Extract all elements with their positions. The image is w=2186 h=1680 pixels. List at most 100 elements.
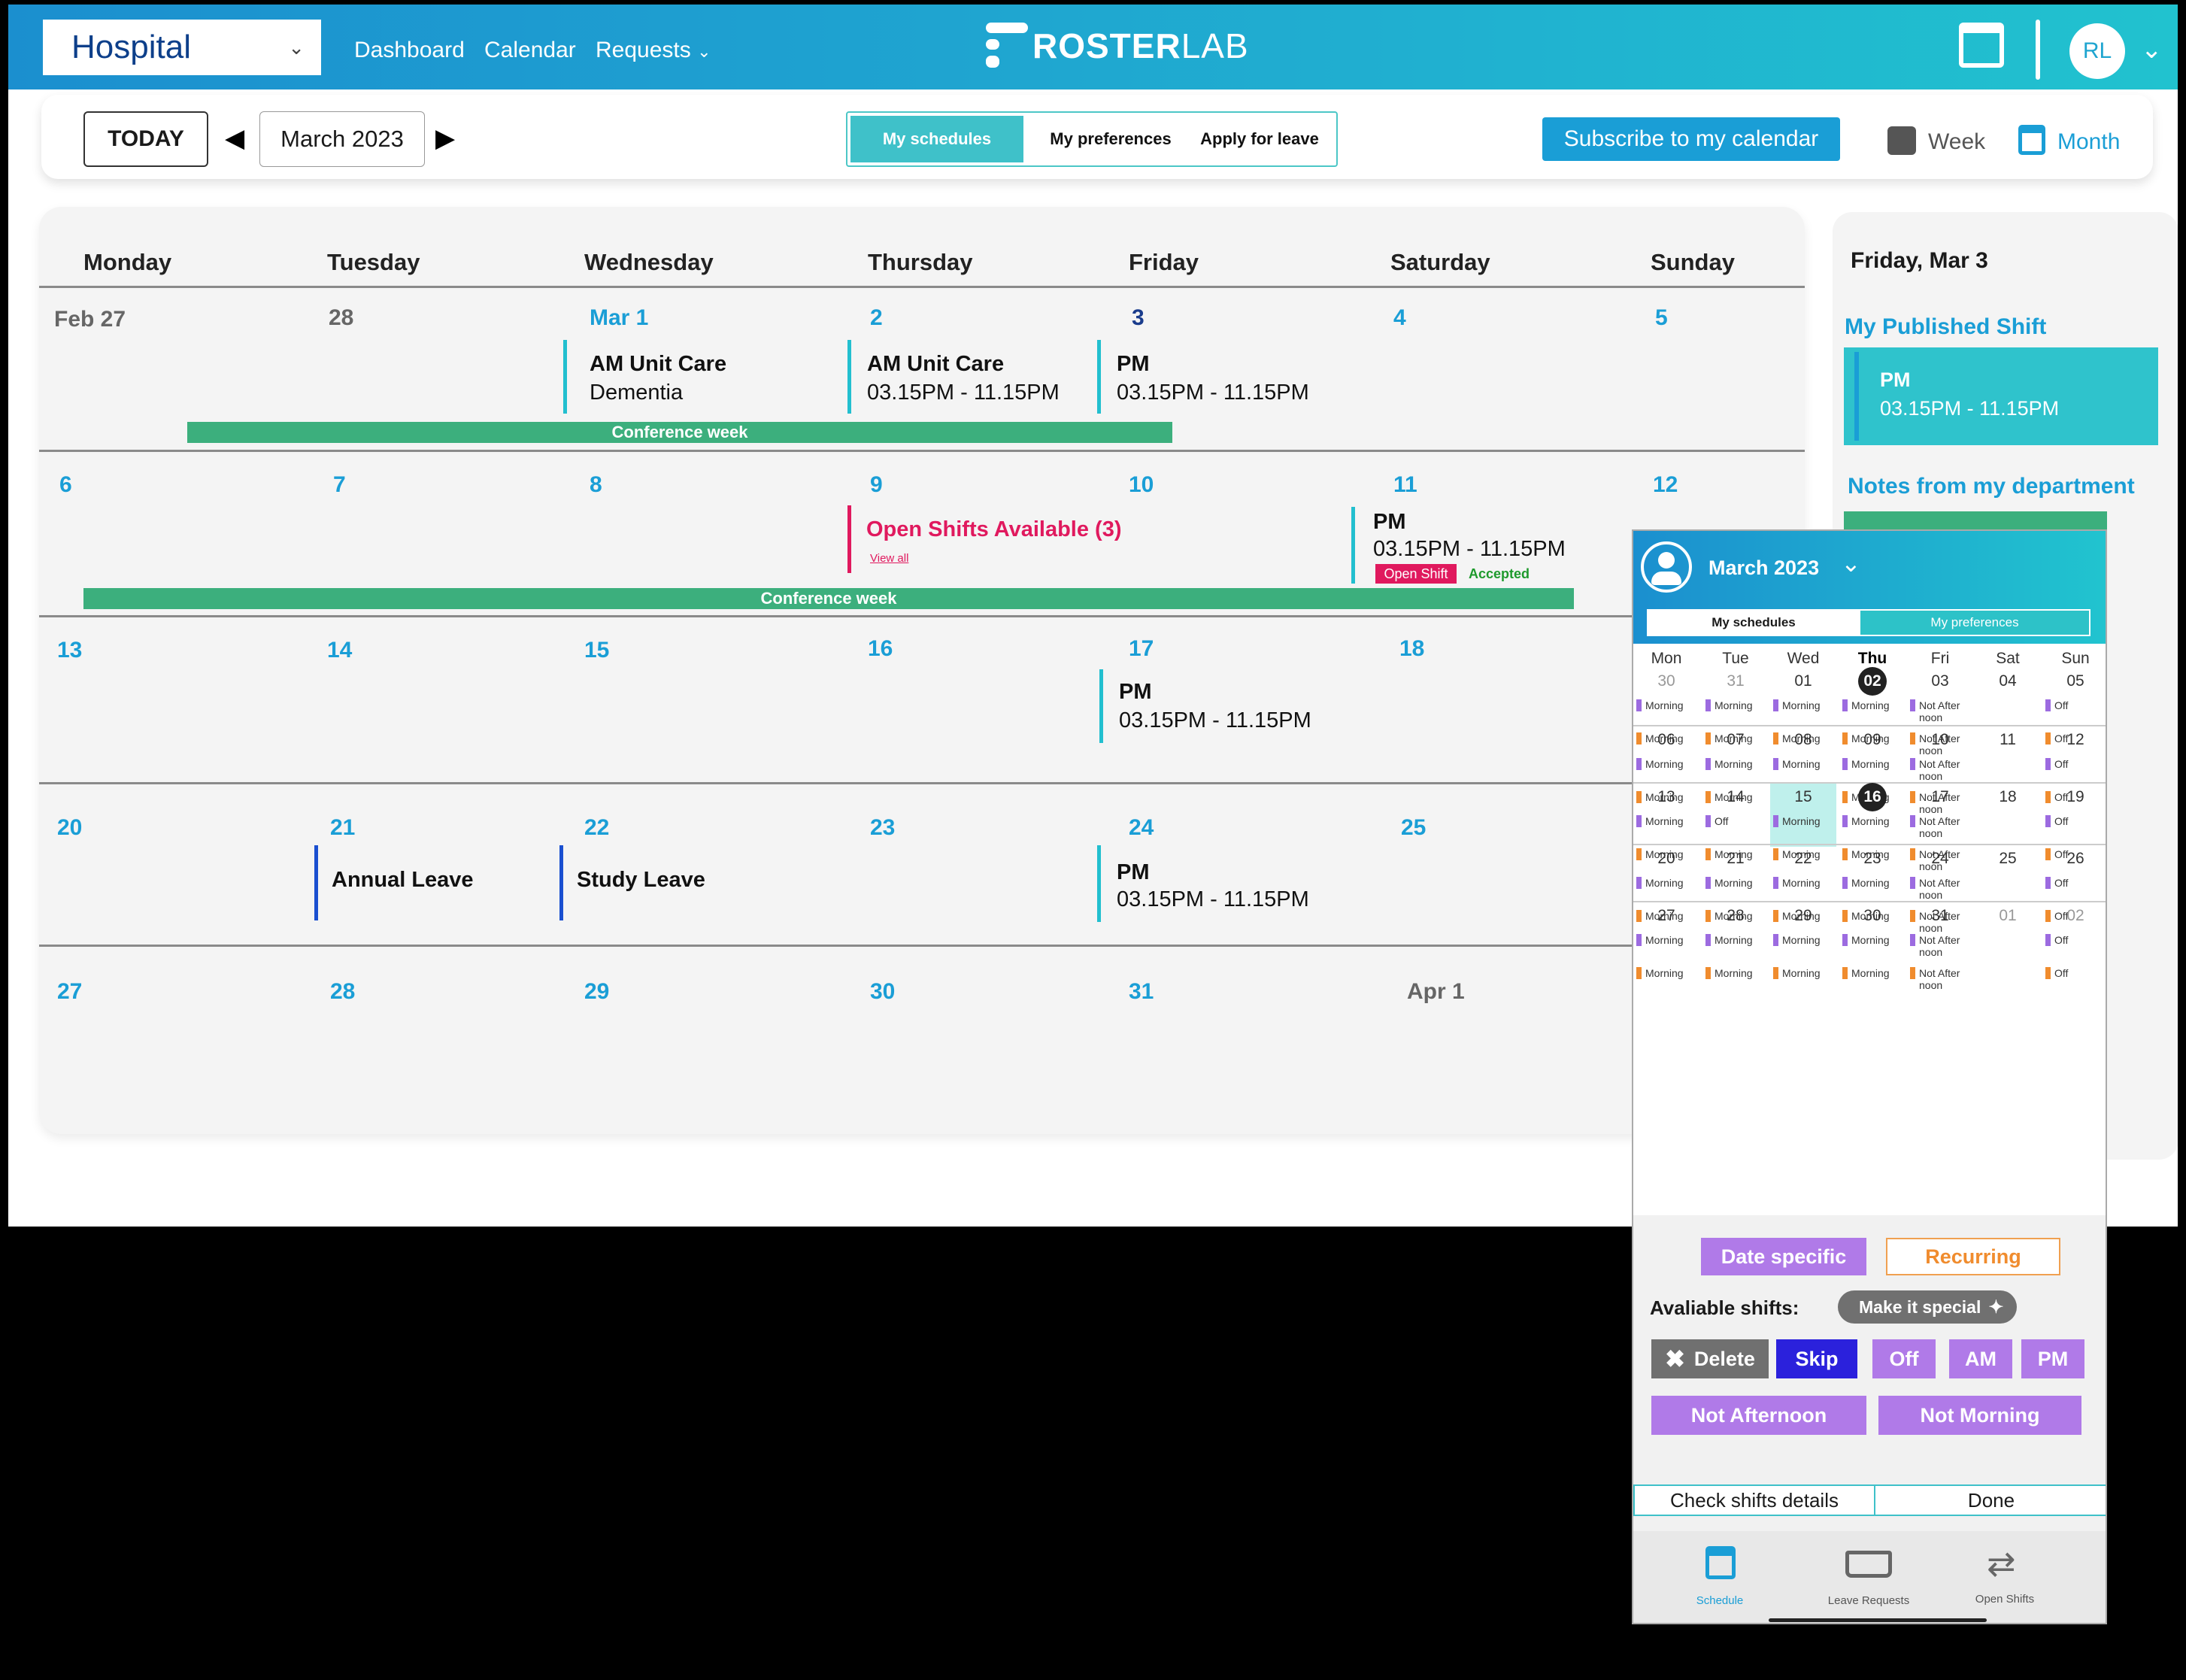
preference-chip[interactable]: Not After noon xyxy=(1910,967,1972,991)
calendar-date[interactable]: 31 xyxy=(1702,672,1769,690)
preference-chip[interactable]: Morning xyxy=(1773,758,1835,770)
day-number[interactable]: 24 xyxy=(1129,815,1154,841)
day-number[interactable]: Mar 1 xyxy=(590,305,648,331)
day-number[interactable]: 9 xyxy=(870,472,883,498)
day-number[interactable]: 18 xyxy=(1399,636,1424,662)
current-month[interactable]: March 2023 xyxy=(259,111,425,167)
calendar-date[interactable]: 05 xyxy=(2042,672,2106,690)
preference-chip[interactable]: Morning xyxy=(1842,815,1904,827)
preference-chip[interactable]: Not After noon xyxy=(1910,815,1972,839)
not-afternoon-button[interactable]: Not Afternoon xyxy=(1651,1396,1866,1435)
preference-chip[interactable]: Morning xyxy=(1705,699,1767,711)
schedule-icon[interactable] xyxy=(1705,1546,1736,1579)
tab-leave-requests[interactable]: Leave Requests xyxy=(1812,1594,1925,1607)
tab-open-shifts[interactable]: Open Shifts xyxy=(1960,1593,2050,1606)
calendar-date[interactable]: 04 xyxy=(1975,672,2041,690)
tab-my-schedules[interactable]: My schedules xyxy=(850,116,1023,162)
tab-schedule[interactable]: Schedule xyxy=(1678,1594,1761,1607)
calendar-date[interactable]: 20 xyxy=(1633,850,1699,868)
month-view-icon[interactable] xyxy=(2018,125,2045,155)
calendar-icon[interactable] xyxy=(1959,23,2004,68)
preference-chip[interactable]: Morning xyxy=(1705,877,1767,889)
day-number[interactable]: 4 xyxy=(1393,305,1406,331)
day-number[interactable]: 13 xyxy=(57,638,82,663)
calendar-date[interactable]: 11 xyxy=(1975,731,2041,749)
calendar-date[interactable]: 16 xyxy=(1839,783,1906,811)
preference-chip[interactable]: Morning xyxy=(1842,758,1904,770)
calendar-date[interactable]: 18 xyxy=(1975,788,2041,806)
preference-chip[interactable]: Morning xyxy=(1705,758,1767,770)
day-number[interactable]: 16 xyxy=(868,636,893,662)
preference-chip[interactable]: Morning xyxy=(1705,967,1767,979)
nav-requests[interactable]: Requests ⌄ xyxy=(596,38,711,63)
calendar-date[interactable]: 12 xyxy=(2042,731,2106,749)
preference-chip[interactable]: Morning xyxy=(1773,815,1835,827)
calendar-date[interactable]: 02 xyxy=(1839,667,1906,696)
event-title[interactable]: AM Unit Care xyxy=(590,352,726,377)
day-number[interactable]: 12 xyxy=(1653,472,1678,498)
day-number[interactable]: 29 xyxy=(584,979,609,1005)
day-number[interactable]: 31 xyxy=(1129,979,1154,1005)
week-view-icon[interactable] xyxy=(1887,126,1916,155)
calendar-date[interactable]: 15 xyxy=(1770,788,1836,806)
calendar-date[interactable]: 19 xyxy=(2042,788,2106,806)
preference-chip[interactable]: Off xyxy=(2045,934,2106,946)
preference-chip[interactable]: Morning xyxy=(1842,877,1904,889)
calendar-date[interactable]: 24 xyxy=(1907,850,1973,868)
pm-shift-button[interactable]: PM xyxy=(2021,1339,2084,1378)
inbox-icon[interactable] xyxy=(1845,1551,1892,1578)
calendar-date[interactable]: 28 xyxy=(1702,907,1769,925)
calendar-date[interactable]: 30 xyxy=(1633,672,1699,690)
preference-chip[interactable]: Off xyxy=(1705,815,1767,827)
day-number[interactable]: Apr 1 xyxy=(1407,979,1465,1005)
day-number[interactable]: 21 xyxy=(330,815,355,841)
calendar-date[interactable]: 29 xyxy=(1770,907,1836,925)
event-title[interactable]: PM xyxy=(1117,860,1150,885)
preference-chip[interactable]: Off xyxy=(2045,699,2106,711)
preference-chip[interactable]: Not After noon xyxy=(1910,758,1972,782)
preference-chip[interactable]: Morning xyxy=(1773,699,1835,711)
am-shift-button[interactable]: AM xyxy=(1949,1339,2012,1378)
preference-chip[interactable]: Off xyxy=(2045,758,2106,770)
day-number[interactable]: 5 xyxy=(1655,305,1668,331)
day-number[interactable]: 6 xyxy=(59,472,72,498)
preference-chip[interactable]: Not After noon xyxy=(1910,877,1972,901)
preference-chip[interactable]: Morning xyxy=(1842,934,1904,946)
calendar-date[interactable]: 01 xyxy=(1975,907,2041,925)
preference-chip[interactable]: Morning xyxy=(1773,967,1835,979)
organisation-select[interactable]: Hospital ⌄ xyxy=(43,20,321,75)
day-number[interactable]: 25 xyxy=(1401,815,1426,841)
day-number[interactable]: 10 xyxy=(1129,472,1154,498)
week-view-button[interactable]: Week xyxy=(1928,129,1985,155)
day-number[interactable]: 28 xyxy=(329,305,353,331)
mobile-month[interactable]: March 2023 xyxy=(1708,556,1819,580)
calendar-date[interactable]: 01 xyxy=(1770,672,1836,690)
event-title[interactable]: AM Unit Care xyxy=(867,352,1004,377)
day-number[interactable]: 7 xyxy=(333,472,346,498)
event-title[interactable]: PM xyxy=(1117,352,1150,377)
calendar-date[interactable]: 25 xyxy=(1975,850,2041,868)
preference-chip[interactable]: Morning xyxy=(1842,967,1904,979)
make-it-special-button[interactable]: Make it special ✦ xyxy=(1838,1290,2017,1324)
day-number[interactable]: 2 xyxy=(870,305,883,331)
leave-entry[interactable]: Study Leave xyxy=(577,868,705,893)
done-button[interactable]: Done xyxy=(1877,1486,2106,1515)
open-shifts-available[interactable]: Open Shifts Available (3) xyxy=(866,517,1121,542)
check-shifts-details-button[interactable]: Check shifts details xyxy=(1635,1486,1875,1515)
preference-chip[interactable]: Not After noon xyxy=(1910,934,1972,958)
calendar-date[interactable]: 26 xyxy=(2042,850,2106,868)
preference-chip[interactable]: Morning xyxy=(1636,699,1698,711)
preference-chip[interactable]: Morning xyxy=(1636,758,1698,770)
user-avatar-icon[interactable] xyxy=(1641,541,1692,593)
preference-chip[interactable]: Morning xyxy=(1705,934,1767,946)
previous-month-icon[interactable]: ◀ xyxy=(225,123,244,153)
day-number[interactable]: 20 xyxy=(57,815,82,841)
preference-chip[interactable]: Morning xyxy=(1636,877,1698,889)
not-morning-button[interactable]: Not Morning xyxy=(1878,1396,2081,1435)
event-title[interactable]: PM xyxy=(1119,680,1152,705)
day-number[interactable]: 11 xyxy=(1393,472,1417,498)
preference-chip[interactable]: Morning xyxy=(1773,934,1835,946)
subscribe-calendar-button[interactable]: Subscribe to my calendar xyxy=(1542,117,1840,161)
chevron-down-icon[interactable]: ⌄ xyxy=(2141,35,2163,65)
nav-calendar[interactable]: Calendar xyxy=(484,38,576,63)
